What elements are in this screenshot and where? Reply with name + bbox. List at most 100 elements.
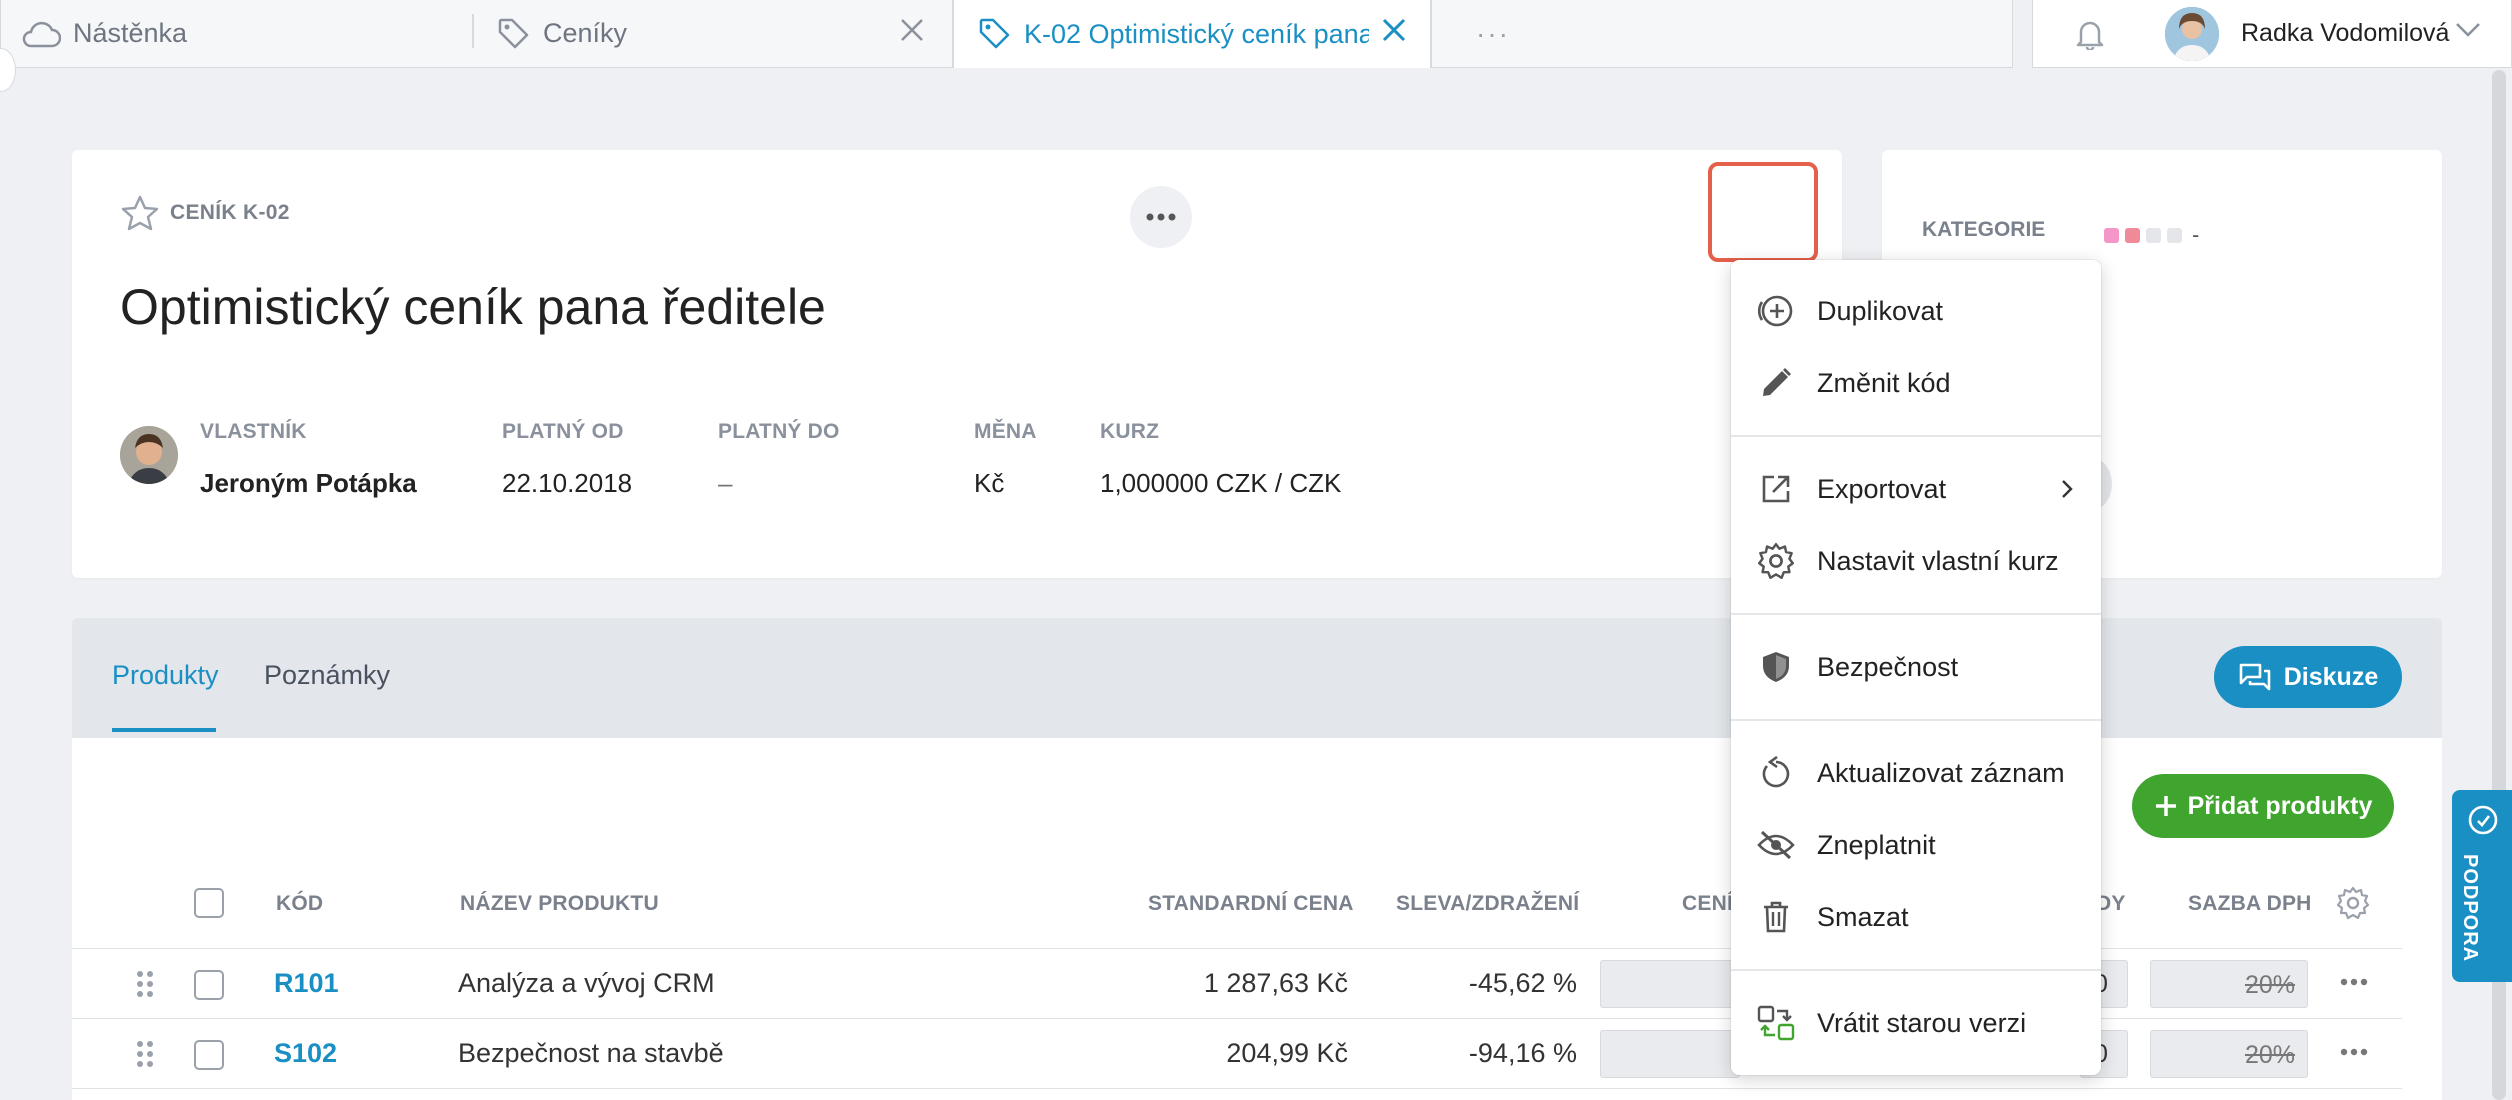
chat-icon [2238,662,2272,692]
add-products-label: Přidat produkty [2187,791,2373,820]
tab-divider [472,14,474,48]
more-tabs-icon: ··· [1476,17,1510,49]
close-icon[interactable] [898,16,926,44]
cloud-icon [21,20,61,48]
more-actions-button[interactable] [1130,186,1192,248]
discount: -94,16 % [1468,1038,1577,1068]
category-tag [2104,227,2119,243]
owner-field: VLASTNÍK Jeroným Potápka [200,420,417,499]
column-header-vat[interactable]: SAZBA DPH [2188,892,2312,916]
row-checkbox[interactable] [194,1040,224,1070]
pricelist-header-card: CENÍK K-02 Optimistický ceník pana ředit… [72,150,1842,578]
tab-pricelists[interactable]: Ceníky [475,0,953,68]
menu-item-label: Změnit kód [1817,367,1951,398]
menu-item-export[interactable]: Exportovat [1731,459,2101,519]
menu-item-label: Bezpečnost [1817,651,1959,682]
valid-to-field: PLATNÝ DO – [718,420,840,499]
column-header-standard-price[interactable]: STANDARDNÍ CENA [1148,892,1354,916]
discussion-button[interactable]: Diskuze [2214,646,2402,708]
tab-products[interactable]: Produkty [112,660,219,691]
drag-handle-icon[interactable] [136,1040,154,1068]
support-label: PODPORA [2459,854,2481,963]
menu-item-refresh-record[interactable]: Aktualizovat záznam [1731,743,2101,803]
add-products-button[interactable]: Přidat produkty [2132,774,2394,838]
tab-dashboard[interactable]: Nástěnka [0,0,475,68]
support-tab[interactable]: PODPORA [2452,790,2512,982]
product-code-link[interactable]: R101 [274,968,339,999]
star-icon[interactable] [120,194,160,232]
field-label: VLASTNÍK [200,420,307,443]
field-label: MĚNA [974,420,1037,443]
chevron-down-icon[interactable] [2455,22,2481,38]
field-value: – [718,468,733,498]
top-tab-bar: Nástěnka Ceníky K-02 Optimistický ceník … [0,0,2512,68]
user-name: Radka Vodomilová [2241,19,2450,47]
menu-item-invalidate[interactable]: Zneplatnit [1731,815,2101,875]
standard-price: 1 287,63 Kč [1203,968,1348,998]
plus-icon [2154,794,2178,818]
menu-item-set-custom-rate[interactable]: Nastavit vlastní kurz [1731,531,2101,591]
column-header-name[interactable]: NÁZEV PRODUKTU [460,892,659,916]
tab-active-label: K-02 Optimistický ceník pana ředitele [1024,18,1369,49]
user-avatar[interactable] [2165,6,2219,61]
user-menu[interactable]: Radka Vodomilová [2032,0,2512,68]
discount: -45,62 % [1468,968,1577,998]
shield-icon [1757,650,1795,684]
field-value[interactable]: Jeroným Potápka [200,468,417,499]
column-header-price[interactable]: CENÍ [1682,892,1733,916]
field-label: KURZ [1100,420,1160,443]
category-color-tags[interactable]: - [2104,222,2199,248]
select-all-checkbox[interactable] [194,888,224,918]
table-divider [72,1088,2402,1089]
menu-item-label: Zneplatnit [1817,829,1936,860]
field-value: 22.10.2018 [502,468,633,498]
drag-handle-icon[interactable] [136,970,154,998]
table-settings-gear-icon[interactable] [2336,886,2370,920]
row-actions-icon[interactable] [2340,978,2368,986]
column-header-code[interactable]: KÓD [276,892,323,916]
menu-item-security[interactable]: Bezpečnost [1731,637,2101,697]
field-value: 1,000000 CZK / CZK [1100,468,1342,498]
trash-icon [1757,900,1795,934]
close-icon[interactable] [1380,16,1408,44]
pricelist-code: CENÍK K-02 [170,201,290,224]
vat-rate[interactable]: 20% [2150,960,2308,1008]
vat-rate[interactable]: 20% [2150,1030,2308,1078]
menu-divider [1731,613,2101,615]
menu-divider [1731,435,2101,437]
standard-price: 204,99 Kč [1226,1038,1348,1068]
tab-pricelists-label: Ceníky [543,18,628,48]
menu-item-restore-version[interactable]: Vrátit starou verzi [1731,993,2101,1053]
menu-item-duplicate[interactable]: Duplikovat [1731,281,2101,341]
tab-notes[interactable]: Poznámky [264,660,390,691]
restore-version-icon [1757,1005,1795,1041]
menu-item-label: Nastavit vlastní kurz [1817,545,2059,576]
menu-item-delete[interactable]: Smazat [1731,887,2101,947]
refresh-icon [1757,756,1795,790]
row-checkbox[interactable] [194,970,224,1000]
plus-circle-icon [1757,292,1795,330]
category-tag [2146,227,2161,243]
bell-icon[interactable] [2075,18,2105,50]
menu-item-change-code[interactable]: Změnit kód [1731,353,2101,413]
menu-item-label: Vrátit starou verzi [1817,1007,2027,1038]
gear-icon [1757,542,1795,580]
discussion-button-label: Diskuze [2283,662,2379,691]
product-code-link[interactable]: S102 [274,1038,337,1069]
menu-item-label: Exportovat [1817,473,1947,504]
price-input[interactable] [1600,1030,1740,1078]
valid-from-field: PLATNÝ OD 22.10.2018 [502,420,632,499]
category-tag [2167,227,2182,243]
category-label: KATEGORIE [1922,218,2046,241]
menu-item-label: Aktualizovat záznam [1817,757,2065,788]
pencil-icon [1757,366,1795,400]
tab-active-pricelist[interactable]: K-02 Optimistický ceník pana ředitele [953,0,1431,68]
price-input[interactable] [1600,960,1740,1008]
menu-item-label: Smazat [1817,901,1909,932]
pricelist-code-row: CENÍK K-02 [120,194,290,232]
column-header-discount[interactable]: SLEVA/ZDRAŽENÍ [1396,892,1579,916]
row-actions-icon[interactable] [2340,1048,2368,1056]
export-icon [1757,473,1795,505]
tab-overflow-menu[interactable]: ··· [1431,0,2013,68]
field-label: PLATNÝ OD [502,420,624,443]
